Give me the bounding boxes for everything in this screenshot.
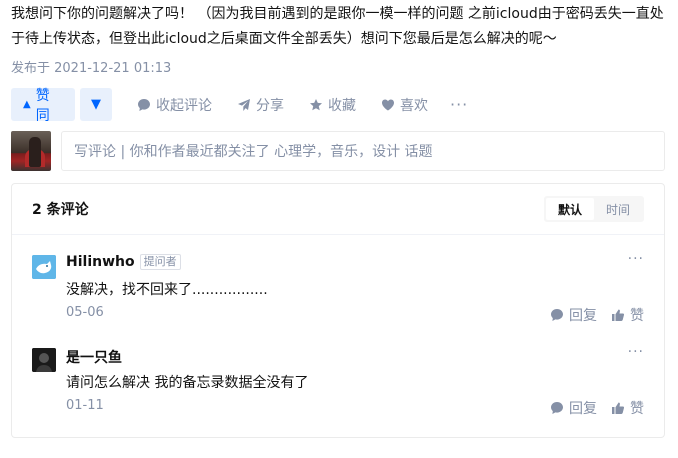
- sort-switch: 默认 时间: [543, 196, 644, 222]
- author-name[interactable]: Hilinwho: [66, 254, 135, 270]
- comment-content: 没解决，找不回来了.................: [66, 282, 268, 298]
- comment-like-button[interactable]: 赞: [611, 398, 644, 418]
- comment-icon: [551, 402, 563, 414]
- comment-actions: 回复 赞: [550, 398, 644, 418]
- like-label: 喜欢: [400, 97, 428, 114]
- heart-icon: [382, 99, 394, 110]
- like-label: 赞: [630, 401, 644, 417]
- comments-panel: 2 条评论 默认 时间 Hilinwho 提问者 ··· 没解决，找不回来了..…: [11, 183, 665, 438]
- triangle-up-icon: ▲: [23, 99, 31, 110]
- collapse-comments-label: 收起评论: [156, 97, 212, 114]
- comment-item: Hilinwho 提问者 ··· 没解决，找不回来了..............…: [12, 235, 664, 328]
- reply-button[interactable]: 回复: [550, 398, 597, 418]
- comment-icon: [138, 98, 150, 111]
- comment-item: 是一只鱼 ··· 请问怎么解决 我的备忘录数据全没有了 01-11 回复 赞: [12, 328, 664, 421]
- vote-up-label: 赞同: [35, 87, 50, 124]
- like-label: 赞: [630, 308, 644, 324]
- portrait-avatar-icon: [32, 348, 56, 372]
- comment-actions: 回复 赞: [550, 305, 644, 325]
- triangle-down-icon: ▼: [91, 97, 101, 112]
- favorite-button[interactable]: 收藏: [309, 95, 356, 115]
- user-avatar[interactable]: [32, 348, 56, 372]
- thumbs-up-icon: [612, 309, 625, 321]
- comment-count: 2 条评论: [32, 202, 89, 218]
- user-avatar[interactable]: [32, 255, 56, 279]
- comment-input[interactable]: 写评论 | 你和作者最近都关注了 心理学，音乐，设计 话题: [61, 131, 665, 171]
- star-icon: [310, 98, 322, 110]
- comment-date: 01-11: [66, 398, 104, 413]
- thumbs-up-icon: [612, 402, 625, 414]
- collapse-comments-button[interactable]: 收起评论: [137, 95, 212, 115]
- comment-more-button[interactable]: ···: [628, 251, 644, 267]
- comment-more-button[interactable]: ···: [628, 344, 644, 360]
- share-label: 分享: [256, 97, 284, 114]
- sort-time-tab[interactable]: 时间: [594, 198, 642, 220]
- more-options-button[interactable]: ···: [450, 95, 468, 114]
- answer-actions: ▲ 赞同 ▼ 收起评论 分享 收藏 喜欢 ···: [11, 88, 671, 124]
- publish-time: 发布于 2021-12-21 01:13: [11, 61, 172, 76]
- share-button[interactable]: 分享: [237, 95, 284, 115]
- paper-plane-icon: [238, 98, 250, 111]
- comment-like-button[interactable]: 赞: [611, 305, 644, 325]
- comment-content: 请问怎么解决 我的备忘录数据全没有了: [66, 375, 309, 391]
- reply-label: 回复: [569, 308, 597, 324]
- vote-down-button[interactable]: ▼: [80, 88, 112, 121]
- current-user-avatar[interactable]: [11, 131, 51, 171]
- comment-date: 05-06: [66, 305, 104, 320]
- reply-label: 回复: [569, 401, 597, 417]
- like-button[interactable]: 喜欢: [381, 95, 428, 115]
- sort-default-tab[interactable]: 默认: [545, 198, 594, 220]
- answer-content: 我想问下你的问题解决了吗！ （因为我目前遇到的是跟你一模一样的问题 之前iclo…: [11, 6, 664, 47]
- bird-avatar-icon: [32, 255, 56, 279]
- favorite-label: 收藏: [328, 97, 356, 114]
- comment-author: Hilinwho 提问者: [66, 254, 181, 270]
- author-name[interactable]: 是一只鱼: [66, 347, 122, 367]
- vote-up-button[interactable]: ▲ 赞同: [11, 88, 75, 124]
- comment-author: 是一只鱼: [66, 347, 122, 367]
- comments-header: 2 条评论 默认 时间: [12, 184, 664, 235]
- comment-icon: [551, 309, 563, 321]
- author-tag: 提问者: [139, 254, 181, 270]
- reply-button[interactable]: 回复: [550, 305, 597, 325]
- comment-editor-row: 写评论 | 你和作者最近都关注了 心理学，音乐，设计 话题: [11, 131, 665, 173]
